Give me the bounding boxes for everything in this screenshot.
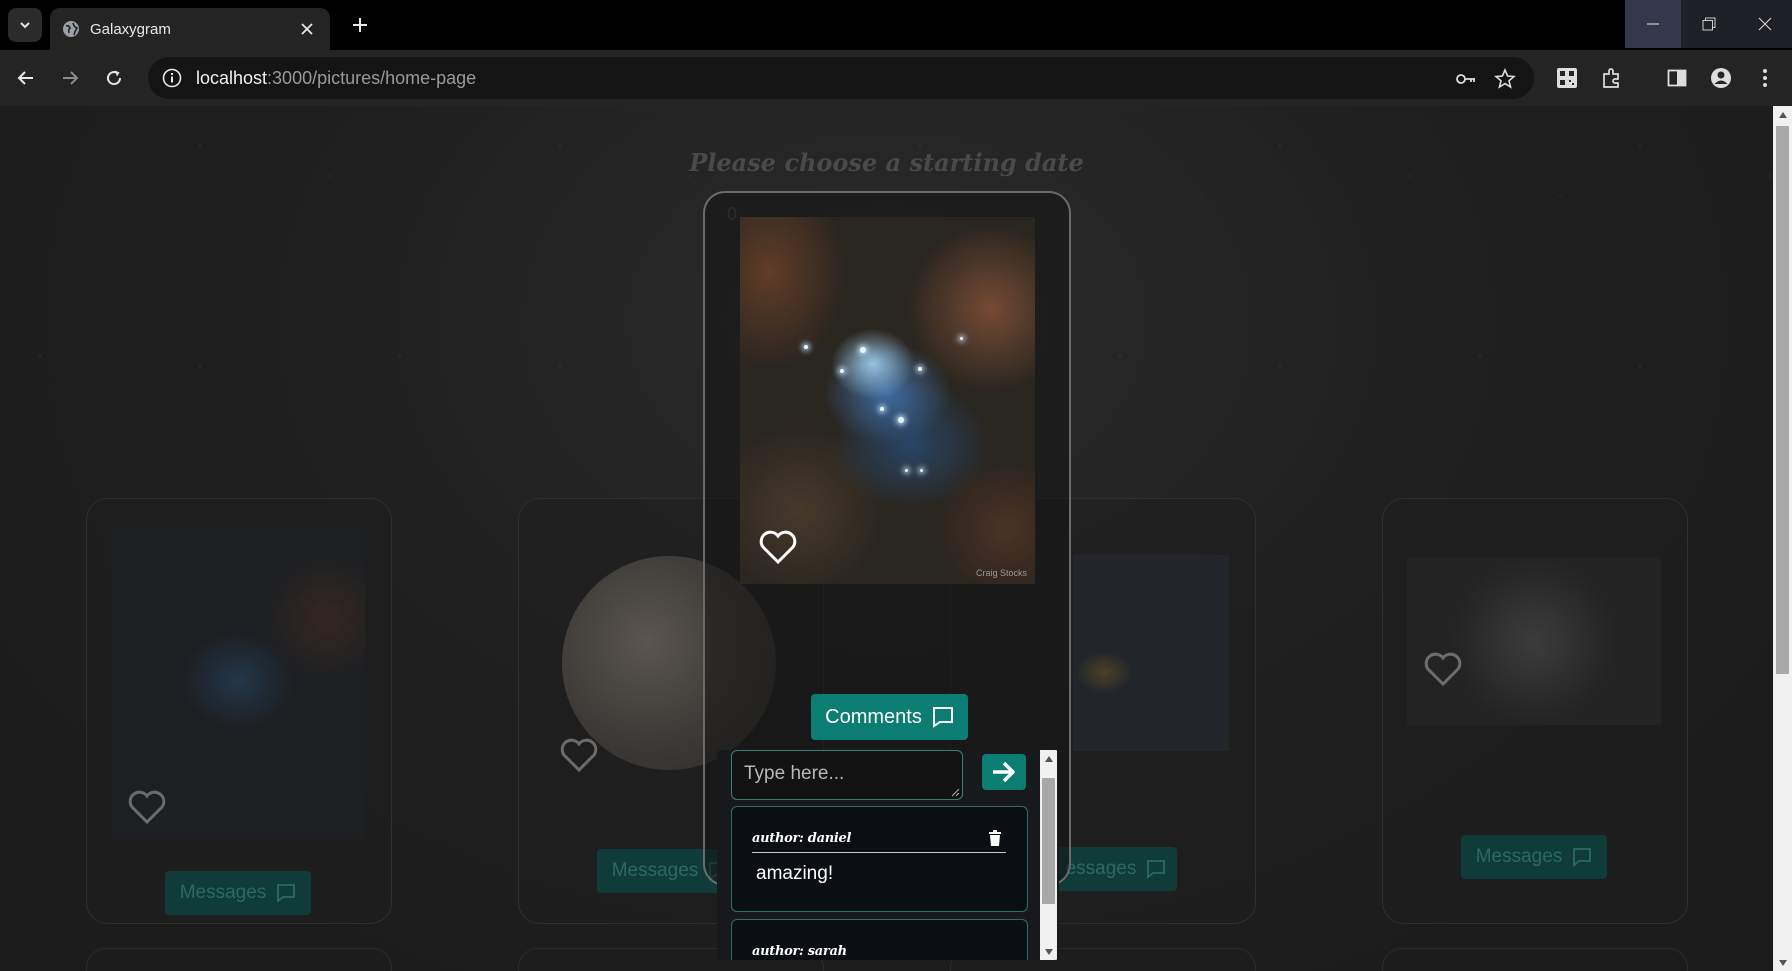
bookmark-star-icon[interactable]	[1491, 65, 1519, 93]
nebula-photo: Craig Stocks	[740, 217, 1035, 584]
close-tab-icon[interactable]	[296, 18, 318, 40]
scrollbar-thumb[interactable]	[1042, 778, 1055, 904]
side-panel-icon[interactable]	[1662, 63, 1692, 93]
page-heading: Please choose a starting date	[689, 148, 1084, 177]
picture-card: Messages	[1382, 498, 1688, 924]
plus-icon	[353, 18, 367, 32]
message-square-icon	[1147, 860, 1166, 879]
reload-button[interactable]	[98, 62, 130, 94]
close-icon	[1758, 17, 1772, 31]
profile-avatar-icon[interactable]	[1706, 63, 1736, 93]
comment-header: author: daniel	[752, 829, 1006, 853]
more-menu-icon[interactable]	[1750, 63, 1780, 93]
address-bar[interactable]: localhost:3000/pictures/home-page	[148, 57, 1534, 99]
minimize-button[interactable]	[1625, 0, 1681, 48]
resize-grip-icon[interactable]	[951, 788, 960, 797]
chevron-down-icon	[20, 22, 30, 29]
comment-header: author: sarah	[752, 942, 1006, 960]
password-key-icon[interactable]	[1452, 65, 1480, 93]
like-heart-icon[interactable]	[758, 529, 798, 565]
photo-star	[860, 347, 866, 353]
messages-button[interactable]: Messages	[165, 871, 311, 915]
new-tab-button[interactable]	[346, 11, 374, 39]
reload-icon	[107, 70, 122, 86]
picture-card	[1382, 948, 1688, 971]
scrollbar-thumb[interactable]	[1776, 126, 1789, 674]
browser-titlebar: Galaxygram	[0, 0, 1792, 50]
minimize-icon	[1647, 23, 1659, 25]
comment-input[interactable]: Type here...	[731, 750, 963, 800]
comment-text: amazing!	[756, 863, 834, 884]
browser-toolbar: localhost:3000/pictures/home-page	[0, 50, 1792, 106]
message-square-icon	[932, 707, 953, 728]
scroll-down-arrow-icon[interactable]	[1040, 943, 1057, 960]
restore-button[interactable]	[1681, 0, 1737, 48]
url-text: localhost:3000/pictures/home-page	[196, 68, 476, 89]
photo-star	[960, 337, 963, 340]
messages-button-label: Messages	[611, 860, 699, 881]
messages-button-label: Messages	[1475, 846, 1563, 867]
comment-card: author: daniel amazing!	[731, 806, 1028, 912]
photo-star	[880, 407, 884, 411]
scroll-up-arrow-icon[interactable]	[1040, 750, 1057, 767]
comments-button[interactable]: Comments	[811, 694, 968, 740]
message-square-icon	[277, 884, 296, 903]
comment-card: author: sarah	[731, 919, 1028, 960]
messages-button-label: essages	[1065, 858, 1137, 879]
page-scrollbar[interactable]	[1773, 106, 1792, 971]
photo-star	[840, 369, 844, 373]
arrow-right-icon	[63, 71, 79, 85]
info-icon	[162, 68, 182, 88]
restore-icon	[1702, 17, 1716, 31]
qr-code-icon[interactable]	[1552, 63, 1582, 93]
forward-button[interactable]	[54, 62, 86, 94]
arrow-left-icon	[17, 71, 33, 85]
scroll-up-arrow-icon[interactable]	[1773, 106, 1792, 123]
browser-tab[interactable]: Galaxygram	[50, 8, 330, 50]
picture-card: Messages	[86, 498, 392, 924]
site-info-button[interactable]	[154, 60, 190, 96]
arrow-right-icon	[993, 761, 1015, 783]
messages-button-label: Messages	[179, 882, 267, 903]
back-button[interactable]	[10, 62, 42, 94]
scroll-down-arrow-icon[interactable]	[1773, 954, 1792, 971]
close-window-button[interactable]	[1737, 0, 1792, 48]
picture-card	[86, 948, 392, 971]
trash-icon[interactable]	[988, 830, 1002, 846]
photo-star	[918, 367, 922, 371]
url-host: localhost	[196, 67, 268, 88]
comments-panel: Type here... author: daniel amazing! aut…	[717, 750, 1059, 960]
send-comment-button[interactable]	[982, 754, 1026, 790]
comment-author: author: daniel	[752, 831, 852, 846]
photo-credit: Craig Stocks	[975, 568, 1027, 578]
picture-thumbnail[interactable]	[1407, 557, 1661, 725]
tab-search-button[interactable]	[8, 8, 42, 42]
page-viewport: Please choose a starting date 0 Messages…	[0, 106, 1773, 971]
messages-button[interactable]: Messages	[1461, 835, 1607, 879]
photo-star	[804, 345, 808, 349]
heart-icon[interactable]	[559, 737, 599, 773]
tab-title: Galaxygram	[90, 20, 171, 38]
globe-icon	[62, 20, 80, 38]
url-path: :3000/pictures/home-page	[267, 67, 477, 88]
comment-author: author: sarah	[752, 944, 847, 959]
picture-thumbnail[interactable]	[1073, 555, 1229, 751]
comments-button-label: Comments	[825, 705, 922, 728]
heart-icon[interactable]	[127, 789, 167, 825]
messages-button[interactable]: essages	[1055, 847, 1177, 891]
comments-scrollbar[interactable]	[1040, 750, 1057, 960]
picture-detail-modal: Craig Stocks Comments Type here... autho…	[703, 191, 1071, 960]
message-square-icon	[1573, 848, 1592, 867]
photo-star	[920, 469, 923, 472]
heart-icon[interactable]	[1423, 651, 1463, 687]
photo-star	[898, 417, 904, 423]
photo-star	[905, 469, 908, 472]
extensions-puzzle-icon[interactable]	[1597, 63, 1627, 93]
